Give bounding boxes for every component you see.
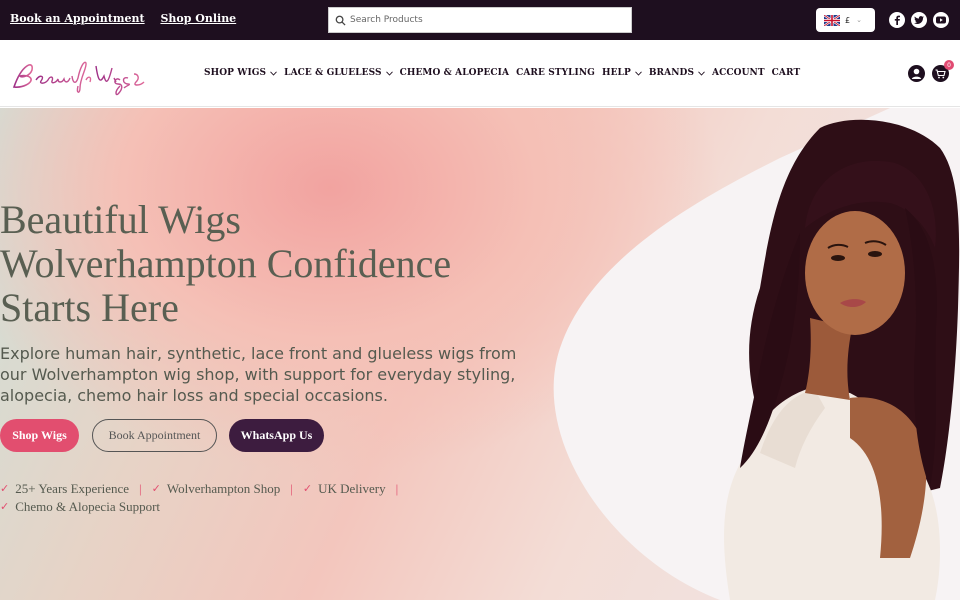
hero-subtitle: Explore human hair, synthetic, lace fron…: [0, 344, 517, 405]
nav-item-lace-glueless[interactable]: LACE & GLUELESS: [284, 68, 393, 78]
separator: |: [139, 481, 142, 496]
nav-item-label: CHEMO & ALOPECIA: [399, 68, 510, 78]
separator: |: [395, 481, 399, 496]
feature-item: 25+ Years Experience: [15, 481, 130, 496]
nav-item-label: BRANDS: [648, 68, 695, 78]
separator: |: [290, 481, 293, 496]
main-nav: SHOP WIGS LACE & GLUELESS CHEMO & ALOPEC…: [0, 40, 960, 107]
nav-item-cart[interactable]: CART: [772, 68, 801, 78]
search-input[interactable]: [350, 15, 620, 25]
hero-title-line1: Beautiful Wigs: [0, 197, 241, 242]
nav-item-care-styling[interactable]: CARE STYLING: [516, 68, 595, 78]
hero-title-line2: Wolverhampton Confidence: [0, 241, 452, 286]
nav-item-label: ACCOUNT: [712, 68, 765, 78]
account-icon[interactable]: [908, 65, 925, 82]
feature-item: Chemo & Alopecia Support: [15, 499, 161, 514]
check-icon: ✓: [302, 483, 313, 495]
chevron-down-icon: [385, 70, 393, 76]
nav-item-help[interactable]: HELP: [602, 68, 642, 78]
nav-menu: SHOP WIGS LACE & GLUELESS CHEMO & ALOPEC…: [204, 68, 807, 78]
uk-flag-icon: [824, 14, 840, 26]
nav-item-brands[interactable]: BRANDS: [649, 68, 705, 78]
nav-item-shop-wigs[interactable]: SHOP WIGS: [204, 68, 277, 78]
nav-item-label: LACE & GLUELESS: [284, 68, 382, 78]
model-photo: [724, 119, 960, 600]
shop-wigs-button[interactable]: Shop Wigs: [0, 419, 79, 452]
book-appointment-link[interactable]: Book an Appointment: [10, 12, 145, 25]
check-icon: ✓: [0, 483, 10, 495]
check-icon: ✓: [151, 483, 161, 495]
youtube-icon[interactable]: [933, 12, 949, 28]
nav-item-label: HELP: [601, 68, 631, 78]
chevron-down-icon: [698, 70, 705, 76]
chevron-down-icon: ⌄: [856, 16, 862, 24]
chevron-down-icon: [635, 70, 642, 76]
currency-selector[interactable]: £ ⌄: [816, 8, 875, 32]
shop-online-link[interactable]: Shop Online: [160, 12, 236, 25]
logo[interactable]: [12, 54, 152, 100]
logo-wordmark: [12, 61, 145, 96]
nav-item-chemo-alopecia[interactable]: CHEMO & ALOPECIA: [400, 68, 509, 78]
check-icon: ✓: [0, 501, 10, 513]
feature-item: UK Delivery: [318, 481, 386, 496]
feature-item: Wolverhampton Shop: [166, 481, 281, 496]
twitter-icon[interactable]: [911, 12, 927, 28]
top-links: Book an Appointment Shop Online: [10, 12, 248, 25]
whatsapp-button[interactable]: WhatsApp Us: [229, 419, 324, 452]
nav-item-label: CARE STYLING: [516, 68, 595, 78]
hero-title: Beautiful Wigs Wolverhampton Confidence …: [0, 198, 560, 330]
nav-item-label: CART: [771, 68, 801, 78]
search-bar[interactable]: [328, 7, 632, 33]
currency-symbol: £: [845, 15, 851, 25]
feature-list: ✓ 25+ Years Experience | ✓ Wolverhampton…: [0, 480, 408, 516]
search-icon: [335, 15, 346, 26]
cart-count-badge: 0: [944, 60, 954, 70]
chevron-down-icon: [270, 70, 277, 76]
nav-item-account[interactable]: ACCOUNT: [712, 68, 765, 78]
book-appointment-button[interactable]: Book Appointment: [92, 419, 217, 452]
top-bar: Book an Appointment Shop Online £ ⌄: [0, 0, 960, 40]
facebook-icon[interactable]: [889, 12, 905, 28]
nav-item-label: SHOP WIGS: [204, 68, 267, 78]
hero-section: Beautiful Wigs Wolverhampton Confidence …: [0, 108, 960, 600]
hero-title-line3: Starts Here: [0, 285, 179, 330]
